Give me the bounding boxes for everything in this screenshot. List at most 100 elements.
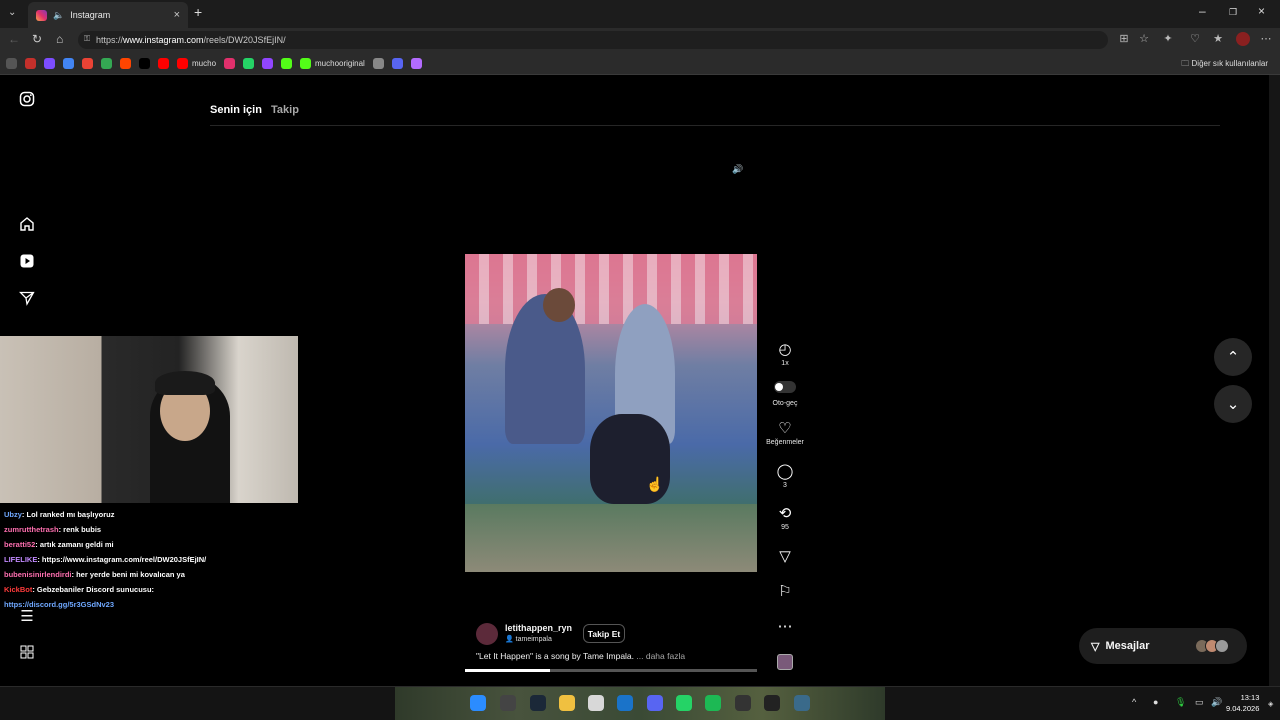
tab-following[interactable]: Takip [271, 104, 299, 116]
clock-date: 9.04.2026 [1226, 704, 1260, 713]
bookmark-item[interactable] [82, 57, 93, 69]
more-caption-link[interactable]: ... daha fazla [636, 651, 685, 661]
spotify-icon[interactable] [705, 695, 721, 711]
user-audio-icon: 👤 [505, 636, 514, 643]
chat-text: https://discord.gg/5r3GSdNv23 [4, 600, 115, 609]
reel-caption: "Let It Happen" is a song by Tame Impala… [476, 651, 685, 661]
save-button[interactable]: ⚐ [765, 584, 805, 600]
bookmark-item[interactable] [372, 57, 384, 69]
extensions-icon[interactable]: ✦ [1161, 32, 1175, 46]
bookmark-item[interactable] [63, 57, 74, 69]
edge-browser-icon[interactable] [617, 695, 633, 711]
video-backdrop-decor [465, 254, 757, 324]
bookmark-item[interactable]: muchooriginal [300, 57, 365, 69]
comment-icon: ◯ [776, 463, 794, 480]
browser-tab-instagram[interactable]: 🔈 Instagram × [28, 2, 188, 28]
more-apps-nav-icon[interactable] [18, 644, 36, 662]
bookmark-item[interactable] [262, 57, 274, 69]
reel-author-avatar[interactable] [476, 623, 498, 645]
start-windows-icon[interactable] [470, 695, 486, 711]
comment-button[interactable]: ◯ 3 [765, 463, 805, 490]
bookmark-item[interactable] [224, 57, 236, 69]
favorite-star-icon[interactable]: ☆ [1137, 32, 1151, 46]
tab-title: Instagram [70, 10, 111, 20]
home-icon[interactable]: ⌂ [56, 32, 63, 46]
like-button[interactable]: ♡ Beğenmeler [765, 421, 805, 447]
reel-username[interactable]: letithappen_ryn [505, 623, 572, 633]
more-options-button[interactable]: ⋯ [765, 619, 805, 635]
bookmark-favicon-icon [6, 57, 17, 69]
bookmark-item[interactable] [243, 57, 255, 69]
bookmark-item[interactable] [391, 57, 403, 69]
favorites-icon[interactable]: ★ [1211, 32, 1225, 46]
bookmark-item[interactable] [101, 57, 112, 69]
chat-message: bubenisinirlendirdi: her yerde beni mi k… [4, 567, 294, 582]
bookmark-item[interactable] [281, 57, 293, 69]
search-icon[interactable] [500, 695, 516, 711]
taskbar-clock[interactable]: 13:13 9.04.2026 [1226, 692, 1259, 714]
page-scrollbar[interactable] [1269, 75, 1280, 686]
close-tab-icon[interactable]: × [174, 9, 180, 21]
share-icon: ▽ [779, 548, 791, 565]
reels-nav-icon[interactable] [18, 253, 36, 271]
share-button[interactable]: ▽ [765, 549, 805, 565]
bookmark-item[interactable] [410, 57, 422, 69]
reel-audio[interactable]: 👤 tameimpala [505, 635, 552, 643]
tray-chevron-up-icon[interactable]: ^ [1132, 697, 1136, 707]
home-nav-icon[interactable] [18, 216, 36, 234]
network-icon[interactable]: ▭ [1195, 697, 1204, 708]
repost-button[interactable]: ⟲ 95 [765, 506, 805, 532]
chevron-up-icon: ⌃ [1226, 349, 1240, 366]
tab-for-you[interactable]: Senin için [210, 104, 262, 116]
microphone-icon[interactable]: 🎙 [1175, 697, 1186, 708]
tray-app-icon[interactable]: ● [1153, 697, 1158, 707]
new-tab-button[interactable]: + [194, 4, 202, 20]
minimize-icon[interactable]: – [1199, 4, 1206, 18]
file-explorer-icon[interactable] [559, 695, 575, 711]
volume-icon[interactable]: 🔊 [1211, 697, 1222, 708]
reel-video-frame[interactable] [465, 254, 757, 572]
bookmark-item[interactable] [25, 57, 36, 69]
refresh-icon[interactable]: ↻ [32, 32, 42, 46]
video-figure-head [543, 288, 575, 322]
steam-icon[interactable] [530, 695, 546, 711]
browser-essentials-icon[interactable]: ♡ [1188, 32, 1202, 46]
previous-reel-button[interactable]: ⌃ [1214, 338, 1252, 376]
bookmark-item[interactable] [139, 57, 150, 69]
app-available-icon[interactable]: ⊞ [1117, 32, 1131, 46]
audio-thumbnail[interactable] [777, 654, 793, 670]
follow-button[interactable]: Takip Et [583, 624, 625, 643]
tab-actions-icon[interactable]: ⌄ [8, 7, 16, 18]
close-window-icon[interactable]: × [1258, 4, 1265, 18]
app-icon[interactable] [794, 695, 810, 711]
speed-button[interactable]: ◴ 1x [765, 342, 805, 368]
restore-icon[interactable]: ❐ [1229, 7, 1237, 18]
notification-icon[interactable]: ◈ [1268, 700, 1273, 708]
autoplay-toggle[interactable] [774, 381, 796, 393]
other-bookmarks-folder[interactable]: 🗀 Diğer sık kullanılanlar [1181, 58, 1268, 72]
app-icon[interactable] [764, 695, 780, 711]
address-bar[interactable]: https://www.instagram.com/reels/DW20JSfE… [78, 31, 1108, 49]
next-reel-button[interactable]: ⌄ [1214, 385, 1252, 423]
messages-button[interactable]: ▽ Mesajlar [1079, 628, 1247, 664]
chat-message: LIFELIKE: https://www.instagram.com/reel… [4, 552, 294, 567]
bookmark-item[interactable] [6, 57, 17, 69]
mute-toggle-icon[interactable]: 🔊 [730, 164, 746, 180]
back-icon[interactable]: ← [8, 32, 20, 46]
chat-text: : Lol ranked mı başlıyoruz [21, 510, 115, 519]
messages-nav-icon[interactable] [18, 290, 36, 308]
profile-avatar[interactable] [1236, 32, 1250, 46]
more-menu-icon[interactable]: ⋯ [1259, 32, 1273, 46]
instagram-logo-icon[interactable] [18, 91, 36, 109]
bookmark-icon: ⚐ [778, 583, 792, 600]
bookmark-item[interactable] [158, 57, 169, 69]
obs-icon[interactable] [735, 695, 751, 711]
whatsapp-icon[interactable] [676, 695, 692, 711]
calendar-app-icon[interactable] [588, 695, 604, 711]
site-info-icon[interactable]: ⚿ [84, 34, 90, 44]
bookmark-item[interactable] [120, 57, 131, 69]
bookmark-item[interactable] [44, 57, 55, 69]
chat-username: KickBot [4, 585, 33, 594]
discord-icon[interactable] [647, 695, 663, 711]
bookmark-item[interactable]: mucho [177, 57, 216, 69]
